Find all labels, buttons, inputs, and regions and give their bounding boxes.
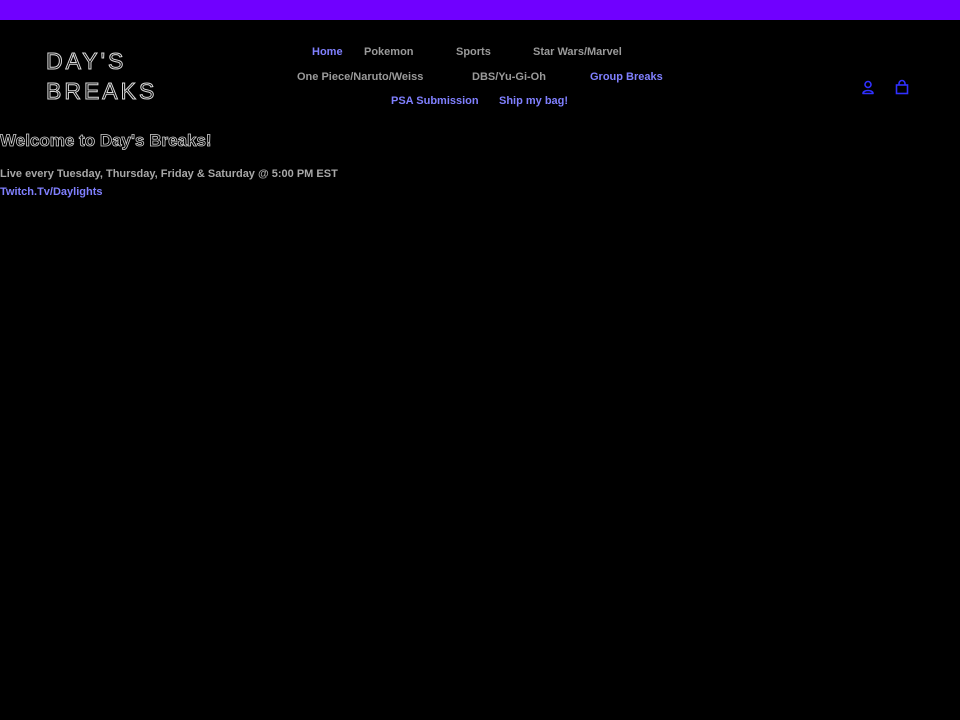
nav-ship-my-bag[interactable]: Ship my bag! xyxy=(499,94,568,108)
twitch-link[interactable]: Twitch.Tv/Daylights xyxy=(0,185,102,199)
nav-dbs-yugioh[interactable]: DBS/Yu-Gi-Oh xyxy=(472,70,546,84)
nav-group-breaks[interactable]: Group Breaks xyxy=(590,70,663,84)
nav-psa-submission[interactable]: PSA Submission xyxy=(391,94,479,108)
logo-line-2: BREAKS xyxy=(45,78,158,105)
nav-starwars-marvel[interactable]: Star Wars/Marvel xyxy=(533,45,622,59)
nav-pokemon[interactable]: Pokemon xyxy=(364,45,414,59)
account-icon[interactable] xyxy=(860,79,876,95)
nav-sports[interactable]: Sports xyxy=(456,45,491,59)
nav-onepiece[interactable]: One Piece/Naruto/Weiss xyxy=(297,70,423,84)
stream-schedule: Live every Tuesday, Thursday, Friday & S… xyxy=(0,168,338,180)
logo-line-1: DAY'S xyxy=(45,48,127,75)
cart-icon[interactable] xyxy=(894,79,910,95)
site-logo[interactable]: DAY'S BREAKS xyxy=(45,46,158,106)
announcement-bar xyxy=(0,0,960,20)
nav-home[interactable]: Home xyxy=(312,45,343,59)
page-title: Welcome to Day's Breaks! xyxy=(0,131,212,151)
